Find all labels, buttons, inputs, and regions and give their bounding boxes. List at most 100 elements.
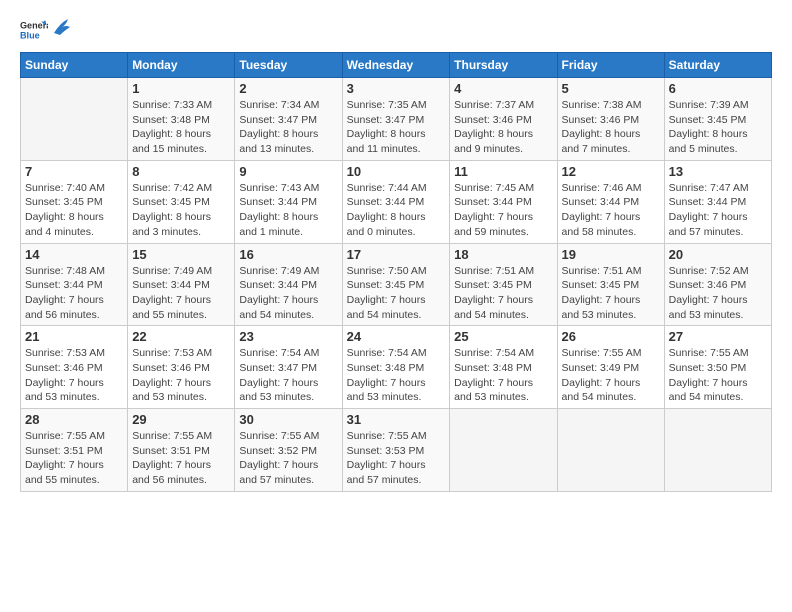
day-detail: Sunrise: 7:44 AM Sunset: 3:44 PM Dayligh… [347,181,446,240]
day-detail: Sunrise: 7:38 AM Sunset: 3:46 PM Dayligh… [562,98,660,157]
calendar-week-row: 21 Sunrise: 7:53 AM Sunset: 3:46 PM Dayli… [21,326,772,409]
day-number: 2 [239,81,337,96]
logo-bird-icon [52,15,70,37]
calendar-cell: 15 Sunrise: 7:49 AM Sunset: 3:44 PM Dayli… [128,243,235,326]
calendar-cell: 26 Sunrise: 7:55 AM Sunset: 3:49 PM Dayli… [557,326,664,409]
day-number: 31 [347,412,446,427]
calendar-cell: 2 Sunrise: 7:34 AM Sunset: 3:47 PM Daylig… [235,78,342,161]
calendar-cell: 30Sunrise: 7:55 AM Sunset: 3:52 PM Dayli… [235,409,342,492]
day-detail: Sunrise: 7:52 AM Sunset: 3:46 PM Dayligh… [669,264,767,323]
day-detail: Sunrise: 7:54 AM Sunset: 3:48 PM Dayligh… [347,346,446,405]
day-number: 23 [239,329,337,344]
day-detail: Sunrise: 7:53 AM Sunset: 3:46 PM Dayligh… [25,346,123,405]
day-detail: Sunrise: 7:48 AM Sunset: 3:44 PM Dayligh… [25,264,123,323]
calendar-cell: 6 Sunrise: 7:39 AM Sunset: 3:45 PM Daylig… [664,78,771,161]
calendar-cell: 5 Sunrise: 7:38 AM Sunset: 3:46 PM Daylig… [557,78,664,161]
day-number: 5 [562,81,660,96]
day-number: 29 [132,412,230,427]
calendar-header-thursday: Thursday [450,53,557,78]
day-number: 13 [669,164,767,179]
calendar-cell: 21 Sunrise: 7:53 AM Sunset: 3:46 PM Dayli… [21,326,128,409]
calendar-header-tuesday: Tuesday [235,53,342,78]
day-detail: Sunrise: 7:54 AM Sunset: 3:47 PM Dayligh… [239,346,337,405]
day-number: 8 [132,164,230,179]
calendar-header-saturday: Saturday [664,53,771,78]
calendar-cell: 3 Sunrise: 7:35 AM Sunset: 3:47 PM Daylig… [342,78,450,161]
calendar-cell: 18 Sunrise: 7:51 AM Sunset: 3:45 PM Dayli… [450,243,557,326]
calendar-cell: 25 Sunrise: 7:54 AM Sunset: 3:48 PM Dayli… [450,326,557,409]
day-number: 28 [25,412,123,427]
day-number: 22 [132,329,230,344]
calendar-header-friday: Friday [557,53,664,78]
day-detail: Sunrise: 7:47 AM Sunset: 3:44 PM Dayligh… [669,181,767,240]
day-number: 4 [454,81,552,96]
calendar-week-row: 14 Sunrise: 7:48 AM Sunset: 3:44 PM Dayli… [21,243,772,326]
calendar-cell: 27Sunrise: 7:55 AM Sunset: 3:50 PM Dayli… [664,326,771,409]
calendar-cell: 17 Sunrise: 7:50 AM Sunset: 3:45 PM Dayli… [342,243,450,326]
day-number: 12 [562,164,660,179]
calendar-cell: 19 Sunrise: 7:51 AM Sunset: 3:45 PM Dayli… [557,243,664,326]
day-number: 26 [562,329,660,344]
day-number: 15 [132,247,230,262]
day-detail: Sunrise: 7:33 AM Sunset: 3:48 PM Dayligh… [132,98,230,157]
calendar-table: SundayMondayTuesdayWednesdayThursdayFrid… [20,52,772,492]
calendar-cell: 16Sunrise: 7:49 AM Sunset: 3:44 PM Dayli… [235,243,342,326]
day-number: 10 [347,164,446,179]
calendar-cell: 4 Sunrise: 7:37 AM Sunset: 3:46 PM Daylig… [450,78,557,161]
day-detail: Sunrise: 7:51 AM Sunset: 3:45 PM Dayligh… [454,264,552,323]
calendar-header-monday: Monday [128,53,235,78]
day-detail: Sunrise: 7:49 AM Sunset: 3:44 PM Dayligh… [132,264,230,323]
day-number: 14 [25,247,123,262]
calendar-cell: 1Sunrise: 7:33 AM Sunset: 3:48 PM Daylig… [128,78,235,161]
calendar-cell: 20 Sunrise: 7:52 AM Sunset: 3:46 PM Dayli… [664,243,771,326]
day-number: 17 [347,247,446,262]
logo-icon: General Blue [20,16,48,44]
header: General Blue [20,16,772,44]
calendar-cell: 13 Sunrise: 7:47 AM Sunset: 3:44 PM Dayli… [664,160,771,243]
day-number: 6 [669,81,767,96]
calendar-cell: 28Sunrise: 7:55 AM Sunset: 3:51 PM Dayli… [21,409,128,492]
calendar-week-row: 28Sunrise: 7:55 AM Sunset: 3:51 PM Dayli… [21,409,772,492]
calendar-cell: 10 Sunrise: 7:44 AM Sunset: 3:44 PM Dayli… [342,160,450,243]
day-detail: Sunrise: 7:35 AM Sunset: 3:47 PM Dayligh… [347,98,446,157]
page: General Blue SundayMondayTuesdayWednesda… [0,0,792,502]
day-detail: Sunrise: 7:40 AM Sunset: 3:45 PM Dayligh… [25,181,123,240]
day-number: 9 [239,164,337,179]
day-detail: Sunrise: 7:46 AM Sunset: 3:44 PM Dayligh… [562,181,660,240]
day-number: 3 [347,81,446,96]
calendar-cell: 8Sunrise: 7:42 AM Sunset: 3:45 PM Daylig… [128,160,235,243]
calendar-cell: 14 Sunrise: 7:48 AM Sunset: 3:44 PM Dayli… [21,243,128,326]
logo: General Blue [20,16,70,44]
day-number: 11 [454,164,552,179]
day-number: 16 [239,247,337,262]
calendar-cell: 9 Sunrise: 7:43 AM Sunset: 3:44 PM Daylig… [235,160,342,243]
day-detail: Sunrise: 7:39 AM Sunset: 3:45 PM Dayligh… [669,98,767,157]
calendar-cell [450,409,557,492]
day-detail: Sunrise: 7:50 AM Sunset: 3:45 PM Dayligh… [347,264,446,323]
day-detail: Sunrise: 7:37 AM Sunset: 3:46 PM Dayligh… [454,98,552,157]
calendar-cell: 29Sunrise: 7:55 AM Sunset: 3:51 PM Dayli… [128,409,235,492]
calendar-week-row: 1Sunrise: 7:33 AM Sunset: 3:48 PM Daylig… [21,78,772,161]
calendar-cell [21,78,128,161]
calendar-cell: 12 Sunrise: 7:46 AM Sunset: 3:44 PM Dayli… [557,160,664,243]
day-detail: Sunrise: 7:55 AM Sunset: 3:50 PM Dayligh… [669,346,767,405]
day-detail: Sunrise: 7:55 AM Sunset: 3:53 PM Dayligh… [347,429,446,488]
calendar-cell [557,409,664,492]
day-number: 20 [669,247,767,262]
day-detail: Sunrise: 7:51 AM Sunset: 3:45 PM Dayligh… [562,264,660,323]
day-detail: Sunrise: 7:43 AM Sunset: 3:44 PM Dayligh… [239,181,337,240]
day-detail: Sunrise: 7:55 AM Sunset: 3:49 PM Dayligh… [562,346,660,405]
day-detail: Sunrise: 7:55 AM Sunset: 3:52 PM Dayligh… [239,429,337,488]
day-number: 19 [562,247,660,262]
calendar-cell: 11Sunrise: 7:45 AM Sunset: 3:44 PM Dayli… [450,160,557,243]
day-detail: Sunrise: 7:34 AM Sunset: 3:47 PM Dayligh… [239,98,337,157]
day-number: 18 [454,247,552,262]
day-number: 25 [454,329,552,344]
calendar-cell: 23 Sunrise: 7:54 AM Sunset: 3:47 PM Dayli… [235,326,342,409]
day-number: 21 [25,329,123,344]
calendar-header-wednesday: Wednesday [342,53,450,78]
calendar-cell: 22 Sunrise: 7:53 AM Sunset: 3:46 PM Dayli… [128,326,235,409]
calendar-cell: 24Sunrise: 7:54 AM Sunset: 3:48 PM Dayli… [342,326,450,409]
day-detail: Sunrise: 7:53 AM Sunset: 3:46 PM Dayligh… [132,346,230,405]
day-detail: Sunrise: 7:54 AM Sunset: 3:48 PM Dayligh… [454,346,552,405]
